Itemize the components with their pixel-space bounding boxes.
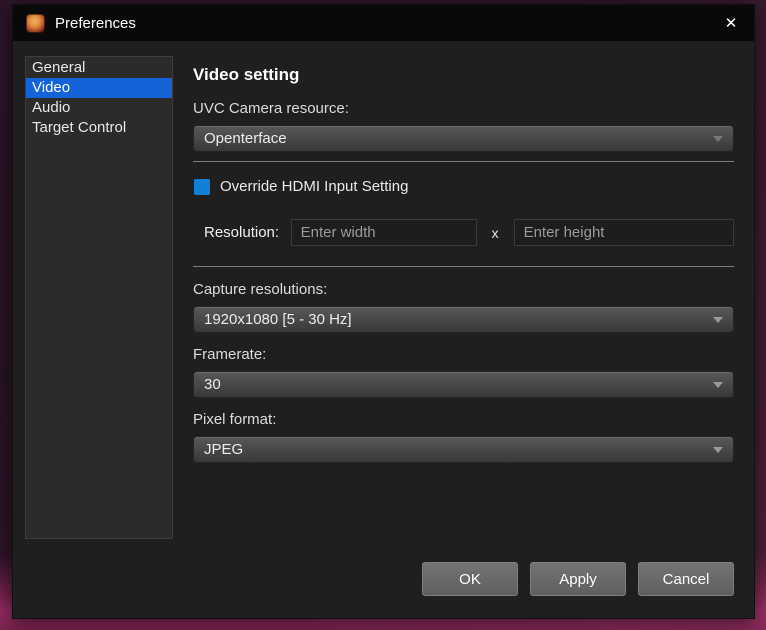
divider-middle <box>193 266 734 267</box>
sidebar-item-general[interactable]: General <box>26 58 172 78</box>
sidebar-item-target-control[interactable]: Target Control <box>26 118 172 138</box>
pixel-format-value: JPEG <box>204 441 243 458</box>
override-hdmi-checkbox[interactable] <box>194 179 210 195</box>
pixel-format-dropdown[interactable]: JPEG <box>193 436 734 463</box>
resolution-row: Resolution: x <box>193 219 734 246</box>
uvc-camera-label: UVC Camera resource: <box>193 100 734 117</box>
sidebar-category-list: General Video Audio Target Control <box>25 56 173 539</box>
chevron-down-icon <box>713 136 723 142</box>
dialog-body: General Video Audio Target Control Video… <box>13 41 754 618</box>
framerate-dropdown[interactable]: 30 <box>193 371 734 398</box>
chevron-down-icon <box>713 382 723 388</box>
framerate-value: 30 <box>204 376 221 393</box>
sidebar-item-audio[interactable]: Audio <box>26 98 172 118</box>
ok-button[interactable]: OK <box>422 562 518 596</box>
window-title: Preferences <box>55 15 136 32</box>
resolution-height-input[interactable] <box>514 219 734 246</box>
chevron-down-icon <box>713 317 723 323</box>
close-button[interactable]: ✕ <box>708 5 754 41</box>
uvc-camera-value: Openterface <box>204 130 287 147</box>
video-settings-panel: Video setting UVC Camera resource: Opent… <box>193 41 734 618</box>
chevron-down-icon <box>713 447 723 453</box>
page-title: Video setting <box>193 65 734 85</box>
divider-top <box>193 161 734 162</box>
preferences-dialog: Preferences ✕ General Video Audio Target… <box>12 4 755 619</box>
apply-button[interactable]: Apply <box>530 562 626 596</box>
title-bar[interactable]: Preferences ✕ <box>13 5 754 41</box>
uvc-camera-dropdown[interactable]: Openterface <box>193 125 734 152</box>
capture-resolutions-value: 1920x1080 [5 - 30 Hz] <box>204 311 352 328</box>
capture-resolutions-dropdown[interactable]: 1920x1080 [5 - 30 Hz] <box>193 306 734 333</box>
resolution-x-separator: x <box>477 225 514 241</box>
capture-resolutions-label: Capture resolutions: <box>193 281 734 298</box>
close-icon: ✕ <box>725 14 738 32</box>
framerate-label: Framerate: <box>193 346 734 363</box>
pixel-format-label: Pixel format: <box>193 411 734 428</box>
cancel-button[interactable]: Cancel <box>638 562 734 596</box>
app-icon <box>26 14 45 33</box>
resolution-width-input[interactable] <box>291 219 477 246</box>
override-hdmi-row: Override HDMI Input Setting <box>193 178 734 195</box>
sidebar-item-video[interactable]: Video <box>26 78 172 98</box>
dialog-button-row: OK Apply Cancel <box>193 562 734 596</box>
override-hdmi-label: Override HDMI Input Setting <box>220 178 408 195</box>
resolution-label: Resolution: <box>204 224 291 241</box>
